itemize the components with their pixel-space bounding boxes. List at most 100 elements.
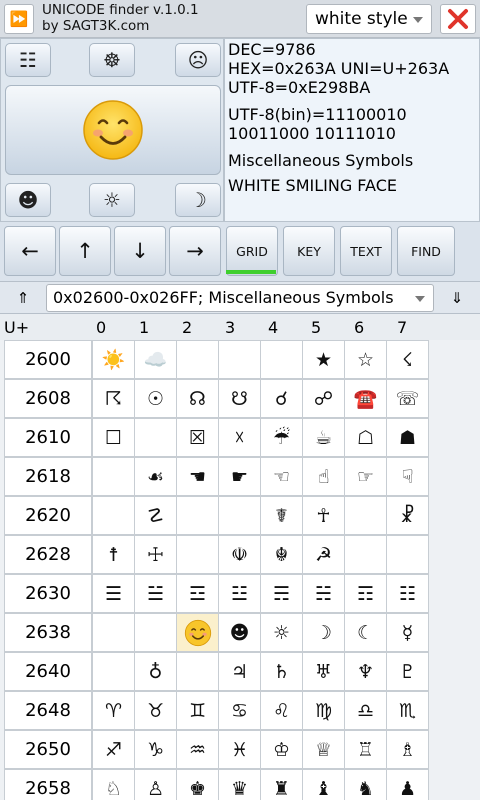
grid-cell[interactable]: ☕ bbox=[302, 418, 345, 457]
grid-cell[interactable]: ☁️ bbox=[134, 340, 177, 379]
grid-cell[interactable]: ☓ bbox=[218, 418, 261, 457]
grid-cell[interactable]: ♞ bbox=[344, 769, 387, 800]
grid-cell[interactable] bbox=[92, 496, 135, 535]
grid-cell[interactable] bbox=[134, 613, 177, 652]
grid-cell[interactable]: ☿ bbox=[386, 613, 429, 652]
grid-cell[interactable]: ☉ bbox=[134, 379, 177, 418]
grid-cell[interactable]: ♔ bbox=[260, 730, 303, 769]
grid-cell[interactable]: ♁ bbox=[134, 652, 177, 691]
grid-cell[interactable]: ♄ bbox=[260, 652, 303, 691]
grid-cell[interactable]: ☝ bbox=[302, 457, 345, 496]
grid-cell[interactable]: ☙ bbox=[134, 457, 177, 496]
grid-cell[interactable]: ☋ bbox=[218, 379, 261, 418]
grid-cell[interactable]: ☒ bbox=[176, 418, 219, 457]
grid-cell[interactable] bbox=[218, 496, 261, 535]
grid-cell[interactable]: ♌ bbox=[260, 691, 303, 730]
grid-cell[interactable]: ☛ bbox=[218, 457, 261, 496]
grid-cell[interactable]: ♈ bbox=[92, 691, 135, 730]
tab-text[interactable]: TEXT bbox=[340, 226, 392, 276]
grid-cell[interactable]: ♐ bbox=[92, 730, 135, 769]
tab-key[interactable]: KEY bbox=[283, 226, 335, 276]
grid-cell[interactable]: ☊ bbox=[176, 379, 219, 418]
grid-cell[interactable]: ♉ bbox=[134, 691, 177, 730]
grid-cell[interactable]: ☆ bbox=[344, 340, 387, 379]
grid-cell[interactable]: ♘ bbox=[92, 769, 135, 800]
sun-with-rays-button[interactable]: ☼ bbox=[89, 183, 135, 217]
grid-cell[interactable] bbox=[176, 496, 219, 535]
grid-cell[interactable]: ☰ bbox=[92, 574, 135, 613]
grid-cell[interactable] bbox=[92, 457, 135, 496]
arrow-down-button[interactable]: ↓ bbox=[114, 226, 166, 276]
grid-cell[interactable]: ☾ bbox=[344, 613, 387, 652]
grid-cell[interactable]: ♚ bbox=[176, 769, 219, 800]
grid-cell[interactable]: ☵ bbox=[302, 574, 345, 613]
grid-cell[interactable]: ♒ bbox=[176, 730, 219, 769]
grid-cell[interactable]: ♜ bbox=[260, 769, 303, 800]
grid-cell[interactable]: ♝ bbox=[302, 769, 345, 800]
grid-cell[interactable]: ★ bbox=[302, 340, 345, 379]
grid-cell[interactable]: ☨ bbox=[92, 535, 135, 574]
grid-cell[interactable]: ☐ bbox=[92, 418, 135, 457]
grid-cell[interactable]: ☽ bbox=[302, 613, 345, 652]
grid-cell[interactable] bbox=[344, 496, 387, 535]
grid-cell[interactable]: ☇ bbox=[386, 340, 429, 379]
grid-cell[interactable]: ♖ bbox=[344, 730, 387, 769]
grid-cell[interactable]: ♓ bbox=[218, 730, 261, 769]
grid-cell[interactable]: ☌ bbox=[260, 379, 303, 418]
grid-cell[interactable]: ☴ bbox=[260, 574, 303, 613]
grid-cell[interactable] bbox=[386, 535, 429, 574]
range-dropdown[interactable]: 0x02600-0x026FF; Miscellaneous Symbols bbox=[46, 284, 434, 312]
grid-cell[interactable]: ☎️ bbox=[344, 379, 387, 418]
grid-cell[interactable]: ☶ bbox=[344, 574, 387, 613]
range-previous-icon[interactable]: ⇑ bbox=[4, 284, 42, 312]
grid-cell[interactable]: ☳ bbox=[218, 574, 261, 613]
grid-cell[interactable]: ☻ bbox=[218, 613, 261, 652]
grid-cell[interactable]: ♗ bbox=[386, 730, 429, 769]
grid-cell[interactable] bbox=[176, 535, 219, 574]
grid-cell[interactable]: ☖ bbox=[344, 418, 387, 457]
arrow-left-button[interactable]: ← bbox=[4, 226, 56, 276]
grid-cell[interactable]: ♏ bbox=[386, 691, 429, 730]
grid-cell[interactable] bbox=[218, 340, 261, 379]
black-smiling-face-button[interactable]: ☻ bbox=[5, 183, 51, 217]
grid-cell[interactable]: ☤ bbox=[260, 496, 303, 535]
grid-cell[interactable] bbox=[92, 613, 135, 652]
wheel-of-dharma-button[interactable]: ☸ bbox=[89, 43, 135, 77]
grid-cell[interactable]: ☲ bbox=[176, 574, 219, 613]
grid-cell[interactable] bbox=[134, 418, 177, 457]
grid-cell[interactable]: ☭ bbox=[302, 535, 345, 574]
grid-cell[interactable]: ☔ bbox=[260, 418, 303, 457]
grid-cell[interactable]: ☜ bbox=[260, 457, 303, 496]
arrow-right-button[interactable]: → bbox=[169, 226, 221, 276]
grid-cell[interactable]: ♊ bbox=[176, 691, 219, 730]
grid-cell[interactable]: ♍ bbox=[302, 691, 345, 730]
grid-cell[interactable]: ☩ bbox=[134, 535, 177, 574]
grid-cell[interactable]: ☼ bbox=[260, 613, 303, 652]
grid-cell[interactable] bbox=[176, 652, 219, 691]
grid-cell[interactable]: ♅ bbox=[302, 652, 345, 691]
grid-cell[interactable]: ♙ bbox=[134, 769, 177, 800]
grid-cell[interactable]: ☟ bbox=[386, 457, 429, 496]
grid-cell[interactable]: ☥ bbox=[302, 496, 345, 535]
grid-cell[interactable]: ♎ bbox=[344, 691, 387, 730]
grid-cell[interactable]: ☫ bbox=[218, 535, 261, 574]
grid-cell[interactable]: ♟ bbox=[386, 769, 429, 800]
grid-cell[interactable] bbox=[176, 340, 219, 379]
grid-cell[interactable]: ♆ bbox=[344, 652, 387, 691]
grid-cell[interactable]: ☱ bbox=[134, 574, 177, 613]
grid-cell[interactable]: ♕ bbox=[302, 730, 345, 769]
grid-cell[interactable]: ☍ bbox=[302, 379, 345, 418]
trigram-heaven-button[interactable]: ☷ bbox=[5, 43, 51, 77]
style-dropdown[interactable]: white style bbox=[306, 4, 432, 34]
grid-cell[interactable]: ☗ bbox=[386, 418, 429, 457]
grid-cell[interactable] bbox=[92, 652, 135, 691]
grid-cell[interactable]: ♑ bbox=[134, 730, 177, 769]
grid-cell[interactable] bbox=[344, 535, 387, 574]
grid-cell[interactable] bbox=[176, 613, 219, 652]
grid-cell[interactable]: ☷ bbox=[386, 574, 429, 613]
character-preview[interactable] bbox=[5, 85, 221, 175]
tab-grid[interactable]: GRID bbox=[226, 226, 278, 276]
grid-cell[interactable] bbox=[260, 340, 303, 379]
grid-cell[interactable]: ♛ bbox=[218, 769, 261, 800]
grid-cell[interactable]: ♃ bbox=[218, 652, 261, 691]
